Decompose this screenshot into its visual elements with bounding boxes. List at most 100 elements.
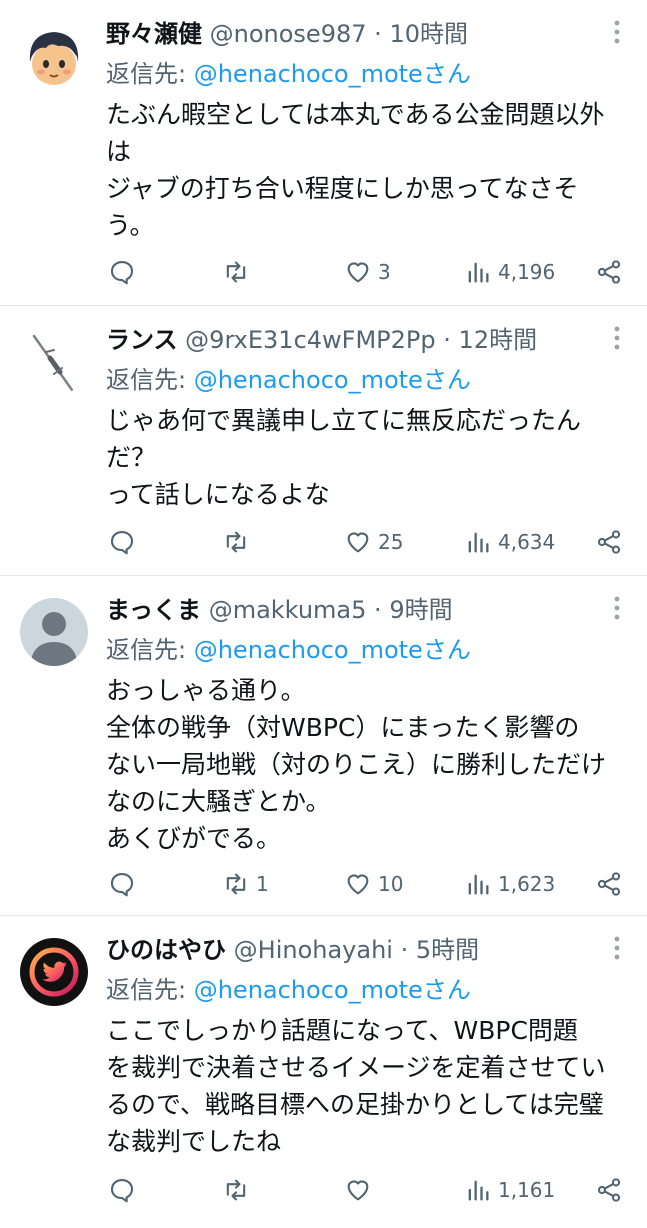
tweet-text-line: う。 [106,211,155,240]
user-handle[interactable]: @Hinohayahi [234,936,393,964]
tweet-text-line: じゃあ何で異議申し立てに無反応だったん [106,406,582,435]
views-count: 4,634 [498,530,556,554]
views-icon [468,874,489,895]
avatar[interactable] [20,22,88,90]
tweet[interactable]: ランス @9rxE31c4wFMP2Pp · 12時間 返信先: @henach… [0,306,647,576]
display-name[interactable]: 野々瀬健 [106,20,202,48]
tweet-text-line: ここでしっかり話題になって、WBPC問題 [106,1016,578,1045]
tweet-text-line: を裁判で決着させるイメージを定着させてい [106,1053,606,1082]
views-button[interactable]: 4,634 [464,524,555,560]
views-icon [468,1180,489,1201]
like-count: 25 [378,530,404,554]
default-avatar [20,598,88,666]
action-bar: 3 4,196 [106,254,623,290]
tweet-text-line: って話しになるよな [106,480,330,509]
more-button[interactable] [605,320,629,356]
user-handle[interactable]: @nonose987 [210,20,367,48]
reply-prefix: 返信先: [106,976,194,1004]
views-button[interactable]: 1,161 [464,1172,555,1208]
separator-dot: · [374,20,382,48]
avatar[interactable] [20,938,88,1006]
views-count: 4,196 [498,260,556,284]
share-button[interactable] [595,254,623,290]
timestamp[interactable]: 5時間 [416,936,479,964]
retweet-button[interactable] [222,254,256,290]
retweet-button[interactable] [222,1172,256,1208]
retweet-button[interactable]: 1 [222,866,269,902]
reply-context: 返信先: @henachoco_moteさん [106,632,471,668]
views-icon [468,532,489,553]
user-handle[interactable]: @9rxE31c4wFMP2Pp [185,326,435,354]
reply-feed: 野々瀬健 @nonose987 · 10時間 返信先: @henachoco_m… [0,0,647,1228]
share-button[interactable] [595,524,623,560]
views-icon [468,262,489,283]
like-count: 3 [378,260,391,284]
tweet[interactable]: 野々瀬健 @nonose987 · 10時間 返信先: @henachoco_m… [0,0,647,306]
timestamp[interactable]: 10時間 [389,20,468,48]
views-button[interactable]: 1,623 [464,866,555,902]
share-icon [597,1178,621,1202]
user-handle[interactable]: @makkuma5 [209,596,367,624]
tweet-text-line: は [106,137,132,166]
like-button[interactable] [344,1172,378,1208]
tweet-text: じゃあ何で異議申し立てに無反応だったん だ？ って話しになるよな [106,402,636,513]
like-icon [347,532,369,553]
retweet-icon [226,531,246,553]
share-icon [597,530,621,554]
reply-context: 返信先: @henachoco_moteさん [106,972,471,1008]
tweet[interactable]: ひのはやひ @Hinohayahi · 5時間 返信先: @henachoco_… [0,916,647,1228]
tweet-text-line: ない一局地戦（対のりこえ）に勝利しただけ [106,750,607,779]
separator-dot: · [443,326,451,354]
share-button[interactable] [595,1172,623,1208]
more-button[interactable] [605,14,629,50]
reply-mention-link[interactable]: @henachoco_moteさん [194,366,471,394]
share-icon [597,872,621,896]
separator-dot: · [374,596,382,624]
tweet-text-line: な裁判でしたね [106,1127,282,1156]
tweet[interactable]: まっくま @makkuma5 · 9時間 返信先: @henachoco_mot… [0,576,647,916]
reply-mention-link[interactable]: @henachoco_moteさん [194,636,471,664]
timestamp[interactable]: 9時間 [389,596,452,624]
more-button[interactable] [605,590,629,626]
views-button[interactable]: 4,196 [464,254,555,290]
cartoon-face-avatar [20,22,88,90]
display-name[interactable]: まっくま [106,596,201,624]
reply-button[interactable] [108,866,142,902]
action-bar: 1 10 1,623 [106,866,623,902]
more-button[interactable] [605,930,629,966]
reply-button[interactable] [108,524,142,560]
more-icon [614,596,620,620]
tweet-text-line: なのに大騒ぎとか。 [106,787,331,816]
retweet-icon [226,873,246,895]
like-icon [347,262,369,283]
action-bar: 25 4,634 [106,524,623,560]
display-name[interactable]: ランス [106,326,178,354]
like-button[interactable]: 25 [344,524,403,560]
retweet-count: 1 [256,872,269,896]
tweet-text-line: たぶん暇空としては本丸である公金問題以外 [106,100,605,129]
retweet-button[interactable] [222,524,256,560]
tweet-header: まっくま @makkuma5 · 9時間 [106,592,587,628]
share-button[interactable] [595,866,623,902]
action-bar: 1,161 [106,1172,623,1208]
more-icon [614,936,620,960]
reply-context: 返信先: @henachoco_moteさん [106,362,471,398]
reply-button[interactable] [108,1172,142,1208]
share-icon [597,260,621,284]
like-icon [347,874,369,895]
reply-prefix: 返信先: [106,60,194,88]
tweet-text-line: だ？ [106,443,157,472]
retweet-icon [226,261,246,283]
tweet-text-line: るので、戦略目標への足掛かりとしては完璧 [106,1090,604,1119]
avatar[interactable] [20,598,88,666]
timestamp[interactable]: 12時間 [459,326,538,354]
avatar[interactable] [20,328,88,396]
like-button[interactable]: 10 [344,866,403,902]
display-name[interactable]: ひのはやひ [106,936,226,964]
reply-button[interactable] [108,254,142,290]
like-button[interactable]: 3 [344,254,391,290]
reply-mention-link[interactable]: @henachoco_moteさん [194,976,471,1004]
tweet-text-line: 全体の戦争（対WBPC）にまったく影響の [106,713,580,742]
reply-mention-link[interactable]: @henachoco_moteさん [194,60,471,88]
tweet-text-line: おっしゃる通り。 [106,676,306,705]
